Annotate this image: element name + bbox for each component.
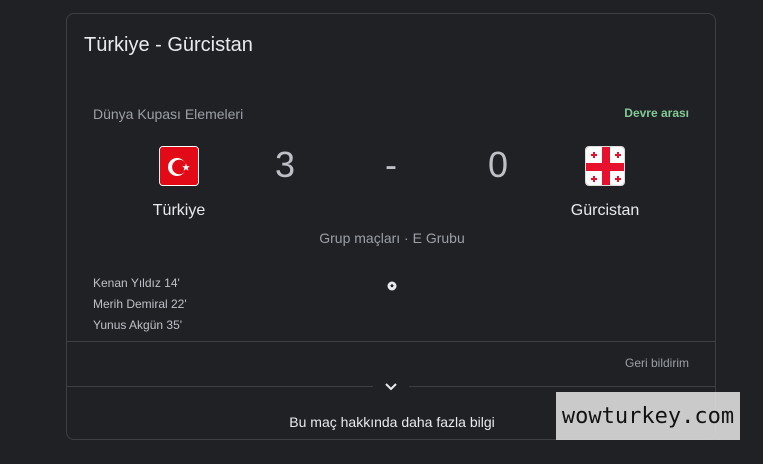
divider <box>67 341 715 342</box>
chevron-down-icon <box>385 383 397 391</box>
score-separator: - <box>385 144 397 185</box>
match-card: Türkiye - Gürcistan Dünya Kupası Elemele… <box>66 13 716 440</box>
match-status-badge: Devre arası <box>624 106 689 120</box>
group-info: Grup maçları · E Grubu <box>319 230 465 246</box>
competition-label: Dünya Kupası Elemeleri <box>93 106 244 122</box>
home-score: 3 <box>275 144 296 185</box>
home-scorers-list: Kenan Yıldız 14' Merih Demiral 22' Yunus… <box>93 276 187 339</box>
georgia-flag-icon[interactable] <box>585 146 625 186</box>
match-title[interactable]: Türkiye - Gürcistan <box>84 34 253 57</box>
away-score: 0 <box>488 144 509 185</box>
scorer-item: Kenan Yıldız 14' <box>93 276 180 290</box>
scorer-item: Yunus Akgün 35' <box>93 318 183 332</box>
scorer-item: Merih Demiral 22' <box>93 297 187 311</box>
away-team-name[interactable]: Gürcistan <box>553 202 657 220</box>
home-team-name[interactable]: Türkiye <box>127 202 231 220</box>
expand-button[interactable] <box>373 373 409 401</box>
turkey-flag-icon[interactable] <box>159 146 199 186</box>
soccer-ball-icon <box>387 278 397 291</box>
watermark: wowturkey.com <box>556 392 740 440</box>
feedback-link[interactable]: Geri bildirim <box>625 356 689 370</box>
